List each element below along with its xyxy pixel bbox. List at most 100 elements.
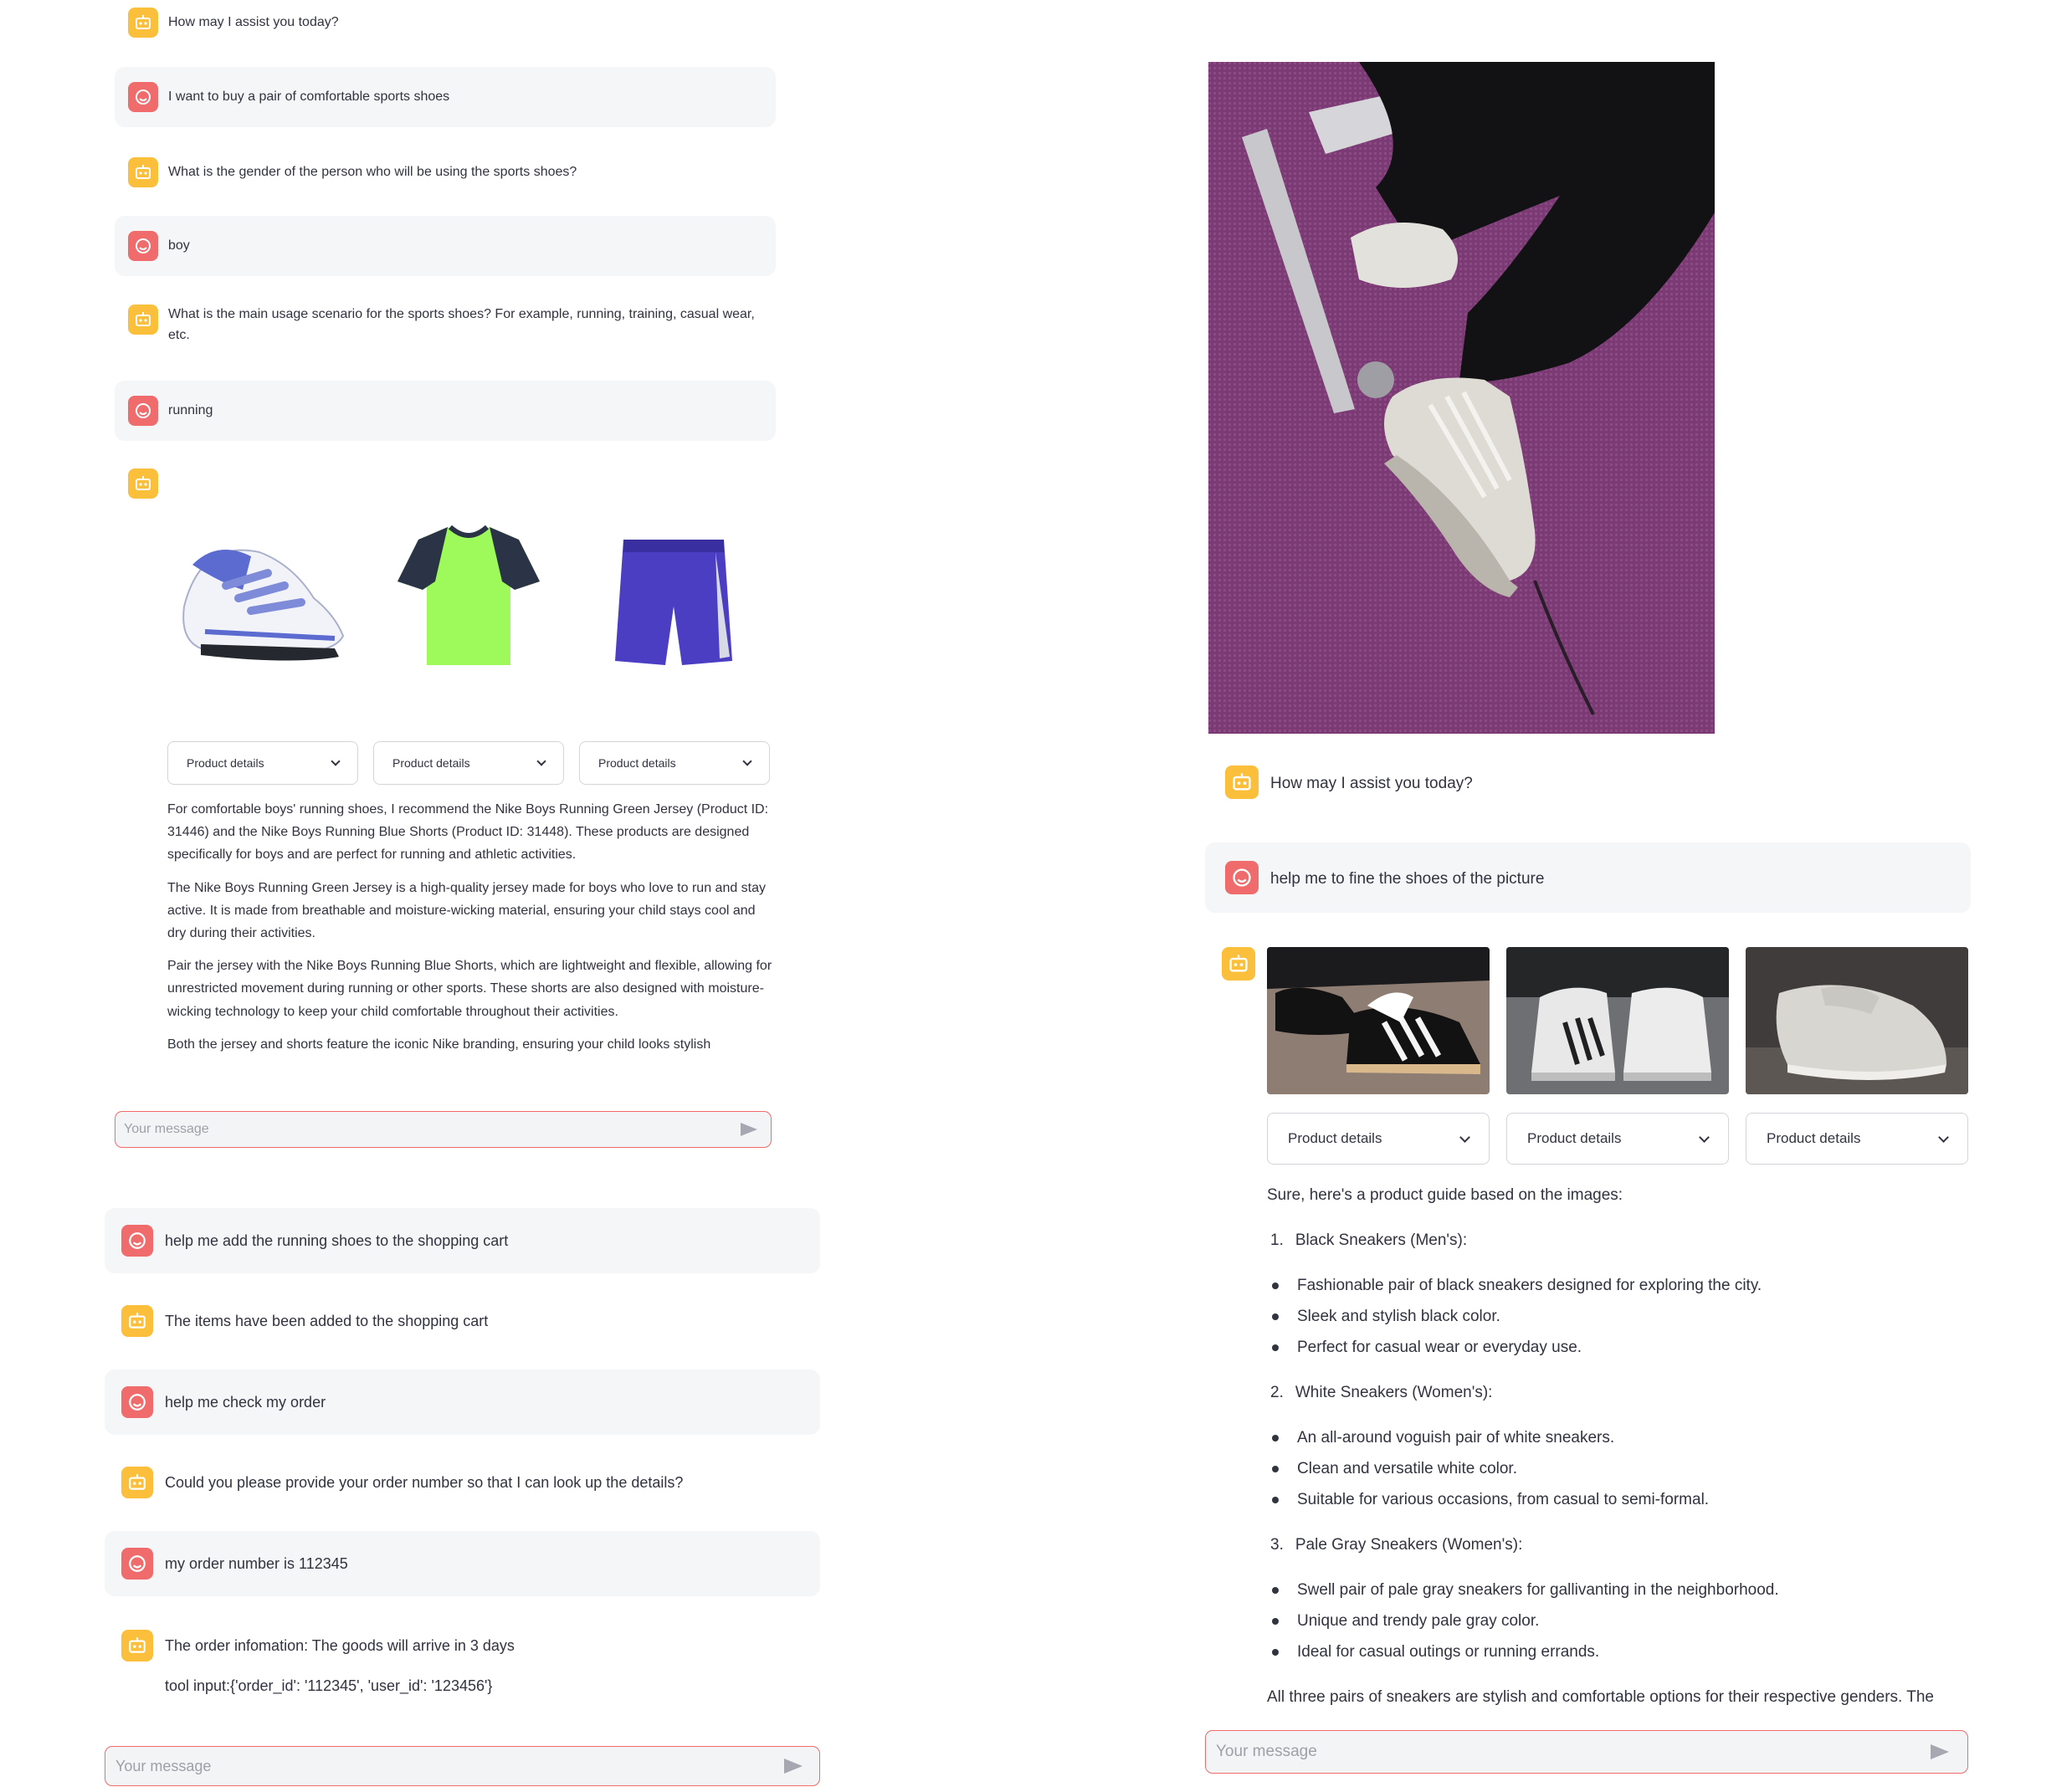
assistant-response-scroll[interactable]: Sure, here's a product guide based on th…: [1267, 1180, 1970, 1715]
chat-input-placeholder: Your message: [1216, 1743, 1317, 1760]
bullet-text: Sleek and stylish black color.: [1297, 1308, 1500, 1325]
message-text: boy: [168, 238, 190, 253]
chat-message-user: boy: [115, 216, 776, 276]
chat-input[interactable]: Your message: [115, 1111, 772, 1148]
message-text: Could you please provide your order numb…: [165, 1474, 684, 1491]
product-details-dropdown[interactable]: Product details: [579, 741, 770, 785]
guide-bullet: Clean and versatile white color.: [1272, 1460, 1517, 1478]
bullet-text: Clean and versatile white color.: [1297, 1460, 1517, 1477]
product-details-dropdown[interactable]: Product details: [1267, 1113, 1490, 1165]
bullet-text: Unique and trendy pale gray color.: [1297, 1612, 1540, 1630]
message-text: What is the main usage scenario for the …: [168, 307, 755, 342]
chat-message-assistant: Could you please provide your order numb…: [105, 1450, 820, 1515]
chat-input-placeholder: Your message: [124, 1122, 209, 1136]
bullet-text: Swell pair of pale gray sneakers for gal…: [1297, 1581, 1779, 1599]
message-text: running: [168, 403, 213, 417]
product-details-dropdown[interactable]: Product details: [1746, 1113, 1968, 1165]
guide-bullet: Ideal for casual outings or running erra…: [1272, 1643, 1599, 1662]
list-number: 3.: [1270, 1536, 1284, 1554]
black-sneakers-image: [1267, 947, 1490, 1094]
message-text: What is the gender of the person who wil…: [168, 165, 577, 179]
assistant-avatar-icon: [121, 1305, 153, 1337]
uploaded-shoe-photo: [1208, 62, 1715, 734]
assistant-response-scroll[interactable]: For comfortable boys' running shoes, I r…: [167, 798, 777, 1096]
response-paragraph: Both the jersey and shorts feature the i…: [167, 1037, 711, 1052]
list-number: 2.: [1270, 1384, 1284, 1401]
chat-message-assistant: The items have been added to the shoppin…: [105, 1288, 820, 1354]
bullet-text: An all-around voguish pair of white snea…: [1297, 1429, 1615, 1446]
chevron-down-icon: [331, 756, 341, 766]
guide-bullet: Perfect for casual wear or everyday use.: [1272, 1339, 1582, 1357]
assistant-avatar-icon: [128, 8, 158, 38]
chat-message-assistant: [115, 469, 165, 510]
chevron-down-icon: [1699, 1131, 1710, 1143]
list-number: 1.: [1270, 1231, 1284, 1249]
white-high-top-sneakers-image: [1506, 947, 1729, 1094]
chat-message-assistant: What is the gender of the person who wil…: [115, 142, 776, 202]
message-text: help me check my order: [165, 1394, 326, 1411]
message-text: How may I assist you today?: [1270, 775, 1473, 792]
bullet-text: Fashionable pair of black sneakers desig…: [1297, 1277, 1762, 1294]
dropdown-label: Product details: [1767, 1130, 1861, 1146]
user-avatar-icon: [121, 1548, 153, 1580]
chevron-down-icon: [1938, 1131, 1949, 1143]
bullet-text: Ideal for casual outings or running erra…: [1297, 1643, 1600, 1661]
response-paragraph: The Nike Boys Running Green Jersey is a …: [167, 880, 767, 940]
send-icon[interactable]: [784, 1759, 803, 1774]
chevron-down-icon: [536, 756, 546, 766]
guide-item-heading: 1. Black Sneakers (Men's):: [1270, 1231, 1467, 1250]
chat-input-placeholder: Your message: [115, 1757, 212, 1774]
guide-item-heading: 3. Pale Gray Sneakers (Women's):: [1270, 1536, 1522, 1554]
message-text: The items have been added to the shoppin…: [165, 1313, 489, 1329]
chevron-down-icon: [742, 756, 752, 766]
chat-message-user: help me add the running shoes to the sho…: [105, 1208, 820, 1273]
chat-message-user: running: [115, 381, 776, 441]
assistant-avatar-icon: [128, 305, 158, 335]
chat-message-user: my order number is 112345: [105, 1531, 820, 1596]
bullet-text: Perfect for casual wear or everyday use.: [1297, 1339, 1582, 1356]
dropdown-label: Product details: [598, 756, 676, 770]
bullet-text: Suitable for various occasions, from cas…: [1297, 1491, 1710, 1508]
dropdown-label: Product details: [1288, 1130, 1382, 1146]
chat-message-user: help me to fine the shoes of the picture: [1205, 842, 1971, 913]
blue-shorts-image: [586, 506, 753, 699]
dropdown-label: Product details: [187, 756, 264, 770]
guide-bullet: Fashionable pair of black sneakers desig…: [1272, 1277, 1762, 1295]
user-avatar-icon: [128, 82, 158, 112]
assistant-avatar-icon: [1225, 765, 1259, 799]
list-title: Black Sneakers (Men's):: [1295, 1231, 1468, 1249]
assistant-avatar-icon: [121, 1467, 153, 1498]
guide-bullet: An all-around voguish pair of white snea…: [1272, 1429, 1614, 1447]
product-details-dropdown[interactable]: Product details: [1506, 1113, 1729, 1165]
chat-message-assistant: What is the main usage scenario for the …: [115, 293, 776, 363]
chat-input[interactable]: Your message: [1205, 1730, 1968, 1774]
product-details-dropdown[interactable]: Product details: [167, 741, 358, 785]
user-avatar-icon: [121, 1225, 153, 1257]
message-text: help me to fine the shoes of the picture: [1270, 870, 1545, 888]
running-shoe-image: [167, 506, 360, 699]
pale-gray-sneakers-image: [1746, 947, 1968, 1094]
chat-message-user: help me check my order: [105, 1370, 820, 1435]
dropdown-label: Product details: [392, 756, 470, 770]
guide-bullet: Swell pair of pale gray sneakers for gal…: [1272, 1581, 1779, 1600]
message-text: The order infomation: The goods will arr…: [165, 1637, 515, 1654]
assistant-avatar-icon: [1222, 947, 1255, 981]
list-title: Pale Gray Sneakers (Women's):: [1295, 1536, 1523, 1554]
send-icon[interactable]: [1931, 1744, 1949, 1759]
guide-bullet: Suitable for various occasions, from cas…: [1272, 1491, 1709, 1509]
chat-message-assistant: The order infomation: The goods will arr…: [105, 1613, 820, 1705]
product-details-dropdown[interactable]: Product details: [373, 741, 564, 785]
chat-input[interactable]: Your message: [105, 1746, 820, 1786]
chat-message-user: I want to buy a pair of comfortable spor…: [115, 67, 776, 127]
user-avatar-icon: [121, 1386, 153, 1418]
assistant-avatar-icon: [128, 469, 158, 499]
green-jersey-image: [385, 506, 552, 699]
message-text: I want to buy a pair of comfortable spor…: [168, 90, 450, 104]
response-paragraph: For comfortable boys' running shoes, I r…: [167, 802, 769, 863]
guide-bullet: Unique and trendy pale gray color.: [1272, 1612, 1539, 1631]
chat-message-assistant: How may I assist you today?: [1205, 753, 1971, 812]
message-text: How may I assist you today?: [168, 15, 339, 29]
send-icon[interactable]: [741, 1123, 757, 1136]
user-avatar-icon: [128, 396, 158, 426]
dropdown-label: Product details: [1527, 1130, 1622, 1146]
